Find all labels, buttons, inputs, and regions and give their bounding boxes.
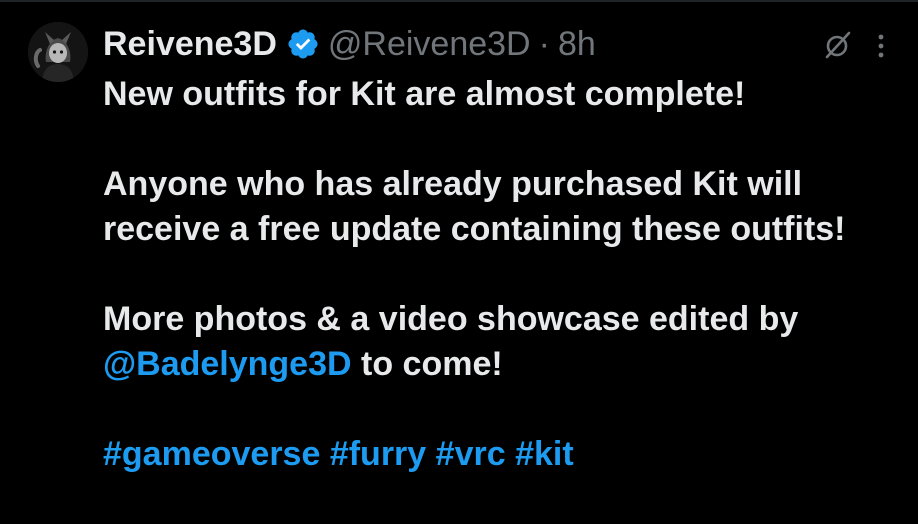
grok-icon[interactable]: [823, 30, 853, 60]
author-avatar[interactable]: [28, 22, 88, 82]
hashtag-line: #gameoverse #furry #vrc #kit: [103, 432, 883, 477]
tweet-line-1: New outfits for Kit are almost complete!: [103, 75, 746, 113]
tweet-paragraph-3-prefix: More photos & a video showcase edited by: [103, 300, 799, 338]
top-divider: [0, 0, 918, 2]
author-display-name[interactable]: Reivene3D: [103, 25, 277, 64]
tweet-paragraph-3: More photos & a video showcase edited by…: [103, 297, 883, 387]
tweet-timestamp[interactable]: 8h: [558, 25, 596, 64]
avatar-image: [28, 22, 88, 82]
hashtag-link[interactable]: #kit: [515, 435, 574, 473]
hashtag-link[interactable]: #furry: [330, 435, 426, 473]
mention-link[interactable]: @Badelynge3D: [103, 345, 352, 383]
tweet-paragraph-2: Anyone who has already purchased Kit wil…: [103, 165, 846, 248]
author-handle[interactable]: @Reivene3D: [328, 25, 531, 64]
tweet-header: Reivene3D @Reivene3D · 8h: [103, 22, 596, 66]
tweet-paragraph-3-suffix: to come!: [351, 345, 503, 383]
hashtag-link[interactable]: #gameoverse: [103, 435, 320, 473]
separator-dot: ·: [538, 24, 550, 63]
verified-badge-icon: [286, 27, 320, 61]
more-options-icon[interactable]: [868, 32, 894, 60]
hashtag-link[interactable]: #vrc: [436, 435, 506, 473]
tweet-text: New outfits for Kit are almost complete!…: [103, 72, 883, 477]
